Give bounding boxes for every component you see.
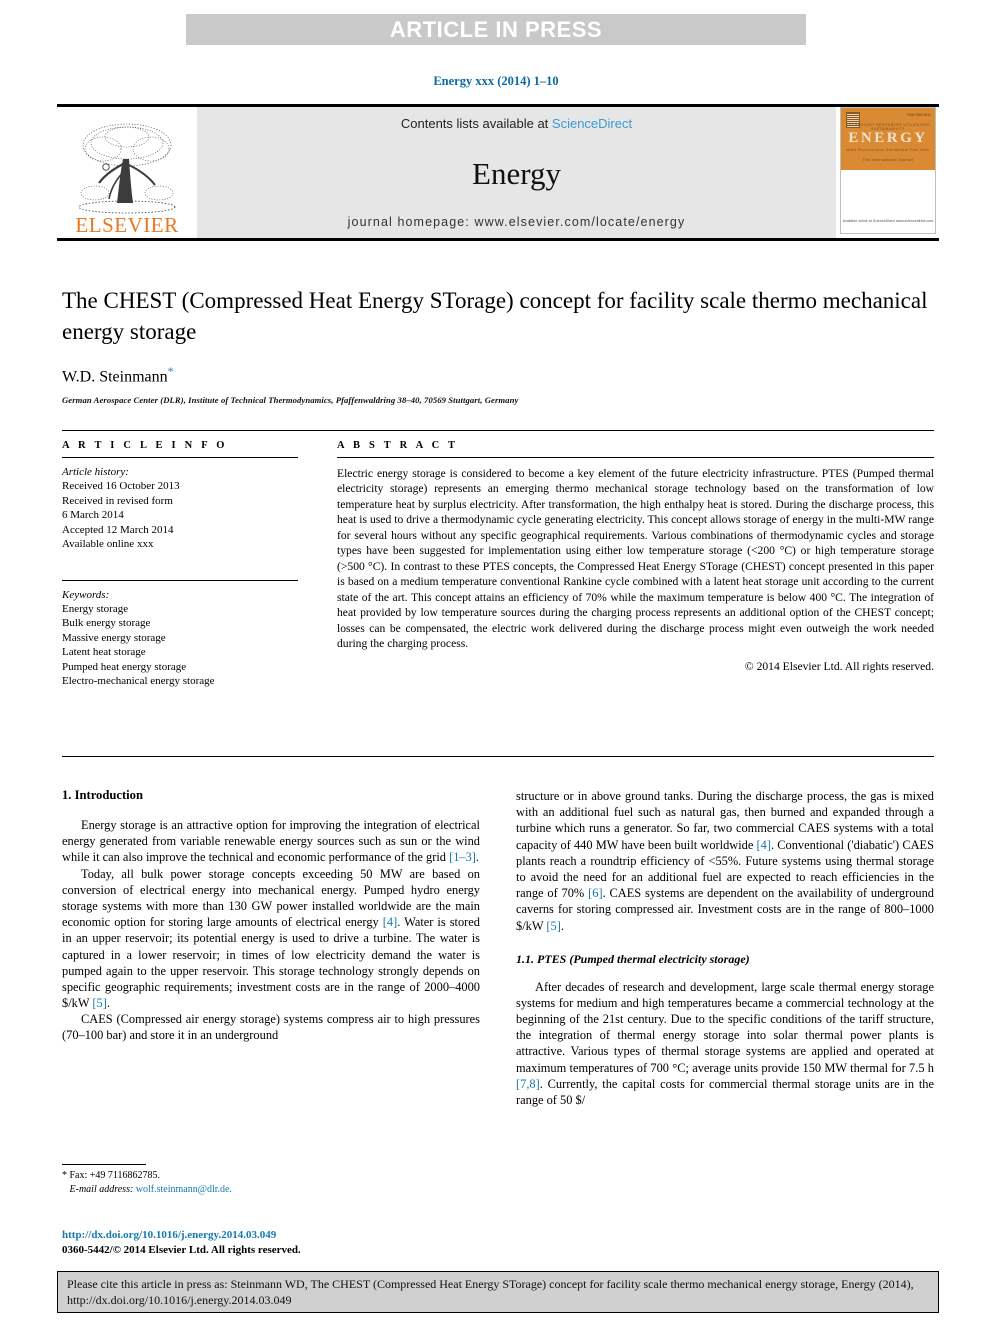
corresponding-author-marker[interactable]: *: [168, 364, 174, 378]
subsection-heading-ptes: 1.1. PTES (Pumped thermal electricity st…: [516, 951, 750, 966]
author-name: W.D. Steinmann: [62, 368, 168, 386]
history-item: 6 March 2014: [62, 509, 124, 522]
issn-copyright: 0360-5442/© 2014 Elsevier Ltd. All right…: [62, 1243, 301, 1256]
body-paragraph: Today, all bulk power storage concepts e…: [62, 866, 480, 1011]
keyword-item: Pumped heat energy storage: [62, 660, 187, 673]
citation-ref[interactable]: [6]: [588, 886, 602, 900]
section-heading-introduction: 1. Introduction: [62, 788, 143, 802]
article-info-rule: [62, 457, 298, 458]
title-block: The CHEST (Compressed Heat Energy STorag…: [62, 286, 932, 405]
contents-prefix: Contents lists available at: [400, 116, 552, 131]
cover-publisher-line: Available online at ScienceDirect www.sc…: [842, 218, 934, 223]
body-column-left: 1. Introduction Energy storage is an att…: [62, 788, 480, 1044]
keyword-item: Energy storage: [62, 602, 129, 615]
keyword-item: Electro-mechanical energy storage: [62, 675, 215, 688]
keywords-label: Keywords:: [62, 588, 110, 601]
footnote-fax: * Fax: +49 7116862785.: [62, 1170, 161, 1181]
body-paragraph: After decades of research and developmen…: [516, 979, 934, 1107]
sciencedirect-link[interactable]: ScienceDirect: [552, 116, 632, 131]
article-in-press-label: ARTICLE IN PRESS: [389, 16, 603, 42]
abstract-rule: [337, 457, 934, 458]
author-line: W.D. Steinmann*: [62, 364, 932, 386]
keyword-item: Massive energy storage: [62, 631, 166, 644]
journal-cover-thumbnail: ISSN 0360-5442 TECHNOLOGY RESOURCES UTIL…: [836, 107, 939, 238]
journal-masthead: ELSEVIER Contents lists available at Sci…: [57, 104, 939, 241]
doi-link[interactable]: http://dx.doi.org/10.1016/j.energy.2014.…: [62, 1228, 492, 1243]
affiliation: German Aerospace Center (DLR), Institute…: [62, 395, 519, 406]
history-item: Received 16 October 2013: [62, 480, 180, 492]
footnote-email-link[interactable]: wolf.steinmann@dlr.de.: [136, 1184, 232, 1195]
body-column-right: structure or in above ground tanks. Duri…: [516, 788, 934, 1108]
article-history-label: Article history:: [62, 466, 129, 478]
article-info-heading: A R T I C L E I N F O: [62, 440, 228, 451]
body-paragraph: CAES (Compressed air energy storage) sys…: [62, 1012, 480, 1043]
body-separator-rule: [62, 756, 934, 757]
article-info-column: A R T I C L E I N F O Article history: R…: [62, 440, 298, 689]
masthead-center: Contents lists available at ScienceDirec…: [197, 107, 836, 238]
info-top-rule: [62, 430, 934, 431]
journal-homepage-line[interactable]: journal homepage: www.elsevier.com/locat…: [348, 215, 686, 229]
citation-ref[interactable]: [4]: [383, 915, 397, 929]
history-item: Accepted 12 March 2014: [62, 523, 174, 536]
contents-available-line: Contents lists available at ScienceDirec…: [401, 116, 632, 131]
elsevier-wordmark: ELSEVIER: [75, 213, 179, 237]
doi-block: http://dx.doi.org/10.1016/j.energy.2014.…: [62, 1228, 492, 1258]
keyword-item: Bulk energy storage: [62, 617, 151, 630]
elsevier-logo: ELSEVIER: [57, 107, 197, 238]
elsevier-tree-icon: [73, 119, 181, 217]
abstract-heading: A B S T R A C T: [337, 440, 459, 451]
running-citation: Energy xxx (2014) 1–10: [433, 74, 559, 88]
please-cite-box: Please cite this article in press as: St…: [57, 1271, 939, 1313]
footnote-block: * Fax: +49 7116862785. E-mail address: w…: [62, 1164, 480, 1197]
keyword-item: Latent heat storage: [62, 646, 146, 659]
abstract-column: A B S T R A C T Electric energy storage …: [337, 440, 934, 673]
citation-ref[interactable]: [5]: [92, 996, 106, 1010]
body-paragraph: structure or in above ground tanks. Duri…: [516, 789, 934, 933]
footnote-email-label: E-mail address:: [69, 1184, 134, 1196]
cover-subtopics-line: Wind Photovoltaics Geothermal Fuel cells: [846, 148, 930, 152]
citation-ref[interactable]: [7,8]: [516, 1077, 540, 1091]
journal-title: Energy: [472, 155, 561, 191]
cover-subtitle: The International Journal: [862, 158, 914, 162]
keywords-rule: [62, 579, 298, 581]
page-title: The CHEST (Compressed Heat Energy STorag…: [62, 288, 928, 344]
cover-issn: ISSN 0360-5442: [907, 113, 931, 117]
abstract-text: Electric energy storage is considered to…: [337, 467, 934, 651]
article-in-press-banner: ARTICLE IN PRESS: [186, 14, 806, 45]
history-item: Received in revised form: [62, 494, 173, 507]
citation-ref[interactable]: [5]: [546, 919, 560, 933]
citation-ref[interactable]: [1–3]: [449, 850, 476, 864]
history-item: Available online xxx: [62, 538, 154, 551]
cover-title: ENERGY: [848, 130, 928, 146]
footnote-email-line: E-mail address: wolf.steinmann@dlr.de.: [62, 1183, 480, 1197]
citation-ref[interactable]: [4]: [757, 838, 771, 852]
abstract-copyright: © 2014 Elsevier Ltd. All rights reserved…: [744, 659, 934, 673]
body-paragraph: Energy storage is an attractive option f…: [62, 818, 480, 865]
footnote-rule: [62, 1164, 146, 1165]
please-cite-text: Please cite this article in press as: St…: [67, 1277, 914, 1307]
